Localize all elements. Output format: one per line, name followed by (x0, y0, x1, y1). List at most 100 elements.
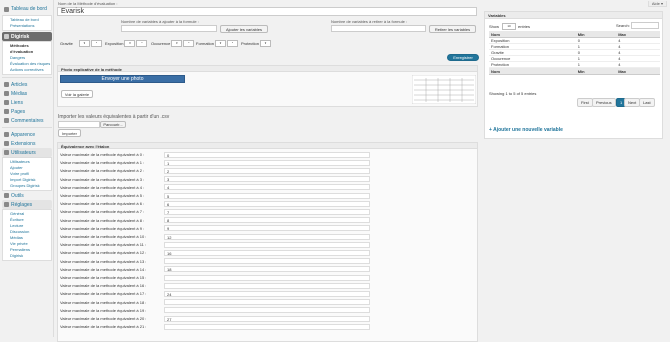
operator-select[interactable]: * (90, 40, 102, 47)
equivalence-row: Valeur maximale de la methode équivalent… (60, 249, 370, 256)
send-photo-button[interactable]: Envoyer une photo (60, 75, 185, 83)
equivalence-value-input[interactable] (164, 282, 370, 289)
equivalence-value-input[interactable] (164, 299, 370, 306)
variable-select[interactable]: ▾ (124, 40, 136, 47)
equivalence-value-input[interactable]: 8 (164, 217, 370, 224)
equivalence-value-input[interactable] (164, 307, 370, 314)
import-button[interactable]: Importer (58, 129, 81, 137)
menu-appearance[interactable]: Apparence (2, 130, 52, 139)
equivalence-value-input[interactable] (164, 258, 370, 265)
menu-comments[interactable]: Commentaires (2, 116, 52, 125)
pager-next[interactable]: Next (624, 98, 641, 107)
equivalence-value-input[interactable]: 7 (164, 208, 370, 215)
equivalence-value-input[interactable]: 24 (164, 290, 370, 297)
settings-icon (4, 202, 9, 207)
menu-pages[interactable]: Pages (2, 107, 52, 116)
add-variable-link[interactable]: + Ajouter une nouvelle variable (489, 127, 563, 133)
equivalence-value-input[interactable]: 6 (164, 200, 370, 207)
menu-users[interactable]: Utilisateurs (2, 148, 52, 157)
equivalence-value-input[interactable] (164, 274, 370, 281)
menu-settings[interactable]: Réglages (2, 200, 52, 209)
import-label: Importer les valeurs équivalentes à part… (58, 114, 170, 120)
page-icon (4, 109, 9, 114)
equivalence-value-input[interactable]: 5 (164, 192, 370, 199)
equivalence-value-input[interactable]: 1 (164, 159, 370, 166)
submenu-item-current[interactable]: Méthodes d'évaluation (10, 43, 51, 55)
settings-submenu: Général Écriture Lecture Discussion Médi… (2, 209, 52, 261)
operator-select[interactable]: * (136, 40, 148, 47)
variable-select[interactable]: ▾ (78, 40, 90, 47)
menu-label: Liens (11, 99, 23, 106)
add-variables-button[interactable]: Ajouter les variables (220, 25, 268, 33)
operator-select[interactable]: * (183, 40, 195, 47)
method-name-input[interactable]: Evarisk (57, 7, 477, 16)
table-info: Showing 1 to 5 of 5 entries (489, 91, 537, 96)
pager-previous[interactable]: Previous (592, 98, 616, 107)
equivalence-label: Valeur maximale de la methode équivalent… (60, 176, 145, 182)
help-tab[interactable]: Aide ▾ (647, 1, 667, 7)
equivalence-value-input[interactable]: 4 (164, 184, 370, 191)
variable-select[interactable]: ▾ (171, 40, 183, 47)
menu-articles[interactable]: Articles (2, 80, 52, 89)
footer-min: Min (575, 67, 617, 75)
search-input[interactable] (631, 22, 659, 29)
digirisk-submenu: Méthodes d'évaluation Dangers Évaluation… (2, 41, 52, 75)
submenu-item[interactable]: Présentations (10, 23, 51, 29)
remove-variables-label: Nombre de variables à retirer à la formu… (331, 19, 408, 24)
variables-table: Nom Min Max Exposition 0 4 Formation 1 4 Gra… (489, 31, 660, 75)
equivalence-row: Valeur maximale de la methode équivalent… (60, 200, 370, 207)
equivalence-row: Valeur maximale de la methode équivalent… (60, 323, 370, 330)
equivalence-value-input[interactable]: 0 (164, 151, 370, 158)
variable-select[interactable]: ▾ (260, 40, 272, 47)
comment-icon (4, 118, 9, 123)
equivalence-row: Valeur maximale de la methode équivalent… (60, 192, 370, 199)
menu-tools[interactable]: Outils (2, 191, 52, 200)
equivalence-label: Valeur maximale de la methode équivalent… (60, 193, 145, 198)
equivalence-value-input[interactable]: 3 (164, 176, 370, 183)
equivalence-value-input[interactable]: 16 (164, 249, 370, 256)
menu-label: Extensions (11, 140, 36, 147)
remove-variables-button[interactable]: Retirer les variables (429, 25, 476, 33)
equivalence-value-input[interactable]: 27 (164, 315, 370, 322)
plugin-icon (4, 141, 9, 146)
equivalence-value-input[interactable]: 18 (164, 266, 370, 273)
equivalence-label: Valeur maximale de la methode équivalent… (60, 152, 145, 157)
save-button[interactable]: Enregistrer (447, 54, 479, 61)
submenu-item[interactable]: Digirisk (10, 253, 51, 259)
add-variables-input[interactable] (121, 25, 217, 32)
menu-extensions[interactable]: Extensions (2, 139, 52, 148)
equivalence-value-input[interactable] (164, 323, 370, 330)
menu-label: Articles (11, 81, 28, 88)
pager-last[interactable]: Last (639, 98, 655, 107)
formula-var-occurence: Occurence ▾ * (151, 40, 195, 47)
pager-first[interactable]: First (577, 98, 593, 107)
entries-select[interactable]: 10 (502, 23, 517, 30)
appearance-icon (4, 132, 9, 137)
equivalence-row: Valeur maximale de la methode équivalent… (60, 315, 370, 322)
csv-file-input[interactable] (58, 121, 100, 128)
equivalence-row: Valeur maximale de la methode équivalent… (60, 217, 370, 224)
browse-button[interactable]: Parcourir... (100, 121, 126, 128)
menu-dashboard[interactable]: Tableau de bord (2, 3, 52, 15)
admin-sidebar: Tableau de bord Tableau de bord Présenta… (0, 0, 54, 337)
menu-dashboard-label: Tableau de bord (11, 5, 47, 12)
formula-variable-name: Gravite (60, 41, 73, 46)
equivalence-value-input[interactable] (164, 241, 370, 248)
equivalence-value-input[interactable]: 9 (164, 225, 370, 232)
method-thumbnail[interactable] (412, 75, 476, 104)
remove-variables-input[interactable] (331, 25, 426, 32)
equivalence-row: Valeur maximale de la methode équivalent… (60, 176, 370, 183)
gallery-button[interactable]: Voir la galerie (61, 90, 93, 98)
equivalence-value-input[interactable]: 12 (164, 233, 370, 240)
menu-links[interactable]: Liens (2, 98, 52, 107)
menu-label: Commentaires (11, 117, 44, 124)
equivalence-value-input[interactable]: 2 (164, 167, 370, 174)
menu-digirisk-label: Digirisk (11, 33, 30, 40)
operator-select[interactable]: * (227, 40, 239, 47)
menu-medias[interactable]: Médias (2, 89, 52, 98)
submenu-item[interactable]: Actions correctives (10, 67, 51, 73)
variable-select[interactable]: ▾ (215, 40, 227, 47)
menu-digirisk[interactable]: Digirisk (2, 32, 52, 41)
submenu-item[interactable]: Groupes Digirisk (10, 183, 51, 189)
formula-var-formation: Formation ▾ * (196, 40, 239, 47)
